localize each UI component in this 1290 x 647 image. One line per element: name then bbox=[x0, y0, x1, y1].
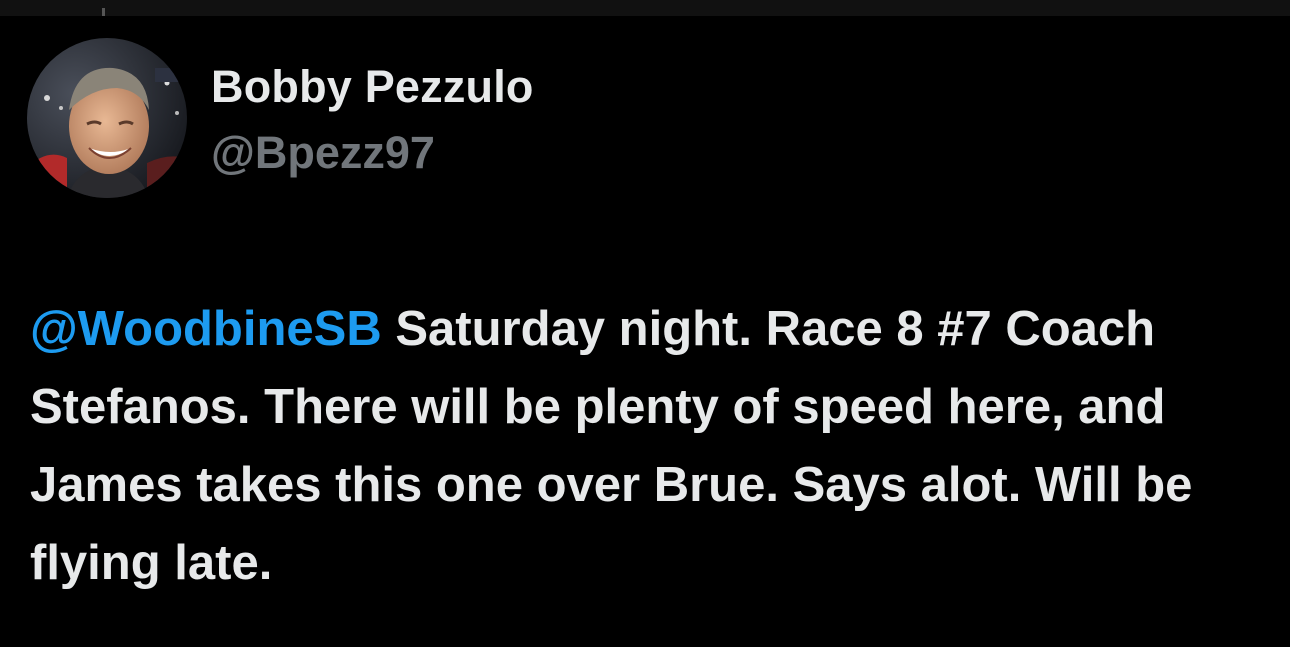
author-handle[interactable]: @Bpezz97 bbox=[211, 124, 435, 182]
top-strip-tick bbox=[102, 8, 105, 16]
mention-link[interactable]: @WoodbineSB bbox=[30, 302, 382, 356]
author-display-name[interactable]: Bobby Pezzulo bbox=[211, 58, 534, 116]
tweet-card: Bobby Pezzulo @Bpezz97 @WoodbineSB Satur… bbox=[0, 0, 1290, 647]
avatar[interactable] bbox=[27, 38, 187, 198]
avatar-image bbox=[27, 38, 187, 198]
tweet-text: @WoodbineSB Saturday night. Race 8 #7 Co… bbox=[30, 290, 1270, 602]
top-strip bbox=[0, 0, 1290, 16]
